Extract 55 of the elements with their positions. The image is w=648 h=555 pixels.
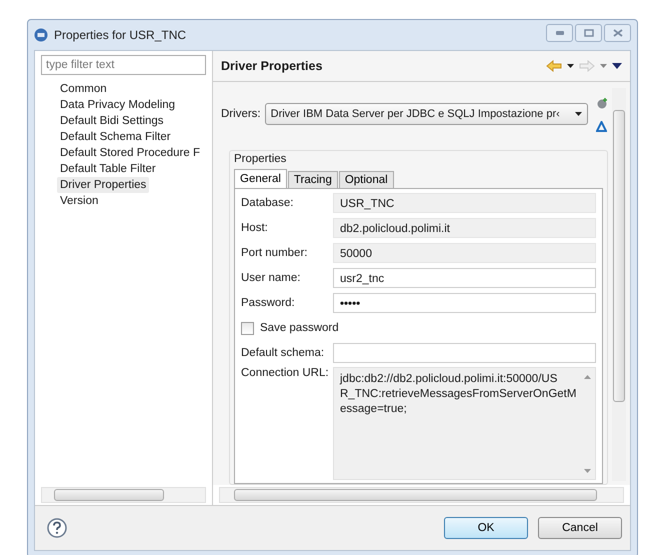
checkbox[interactable] [241, 322, 254, 334]
filter-field[interactable]: type filter text [41, 55, 206, 75]
vertical-scrollbar[interactable] [612, 88, 626, 481]
back-arrow-icon[interactable] [546, 60, 562, 72]
field-label: Connection URL: [241, 367, 327, 379]
scroll-down-icon[interactable] [584, 469, 590, 474]
scroll-up-icon[interactable] [584, 375, 590, 380]
forward-arrow-icon[interactable] [579, 60, 595, 72]
view-menu-icon[interactable] [612, 63, 622, 69]
add-driver-icon[interactable] [596, 96, 608, 108]
input-field[interactable]: ••••• [333, 293, 596, 313]
caret-icon [575, 112, 582, 116]
sidebar-item[interactable]: Data Privacy Modeling [57, 97, 178, 113]
tab[interactable]: General [234, 169, 287, 188]
close-button[interactable] [604, 24, 631, 42]
maximize-icon [584, 29, 594, 37]
horizontal-scrollbar[interactable] [41, 487, 206, 503]
driver-dropdown[interactable]: Driver IBM Data Server per JDBC e SQLJ Impostazione pr‹ [264, 103, 588, 125]
sidebar-item[interactable]: Driver Properties [57, 177, 150, 193]
sidebar-item[interactable]: Default Stored Procedure F [57, 145, 203, 161]
sidebar-item[interactable]: Default Schema Filter [57, 129, 174, 145]
sidebar-item[interactable]: Common [57, 81, 110, 97]
delta-icon[interactable] [596, 120, 607, 132]
window-icon [34, 28, 48, 42]
tab[interactable]: Optional [338, 171, 394, 188]
input-field[interactable]: usr2_tnc [333, 268, 596, 288]
close-icon [612, 29, 622, 37]
tab[interactable]: Tracing [288, 171, 338, 188]
field-label: Database: [241, 197, 294, 209]
ok-button[interactable]: OK [444, 517, 528, 539]
input-field[interactable]: USR_TNC [333, 193, 596, 213]
sidebar-item[interactable]: Version [57, 193, 102, 209]
connection-url-field[interactable]: jdbc:db2://db2.policloud.polimi.it:50000/US R_TNC:retrieveMessagesFromServerOnGetM essage=true; [333, 367, 596, 480]
horizontal-scrollbar[interactable] [219, 487, 624, 503]
field-label: Port number: [241, 247, 308, 259]
minimize-button[interactable] [546, 24, 573, 42]
page-title: Driver Properties [221, 59, 322, 73]
field-label: Password: [241, 297, 296, 309]
sidebar-item[interactable]: Default Table Filter [57, 161, 159, 177]
window-title: Properties for USR_TNC [54, 28, 186, 42]
input-field[interactable]: db2.policloud.polimi.it [333, 218, 596, 238]
dropdown-arrow-icon[interactable] [567, 64, 574, 68]
field-label: Host: [241, 222, 269, 234]
input-field[interactable] [333, 343, 596, 363]
group-label: Properties [234, 153, 288, 167]
cancel-button[interactable]: Cancel [538, 517, 622, 539]
drivers-label: Drivers: [221, 108, 261, 120]
field-label: Default schema: [241, 347, 326, 359]
help-icon[interactable] [47, 518, 67, 538]
minimize-icon [554, 30, 564, 36]
maximize-button[interactable] [575, 24, 602, 42]
input-field[interactable]: 50000 [333, 243, 596, 263]
checkbox-label: Save password [260, 322, 339, 334]
sidebar-item[interactable]: Default Bidi Settings [57, 113, 167, 129]
field-label: User name: [241, 272, 302, 284]
